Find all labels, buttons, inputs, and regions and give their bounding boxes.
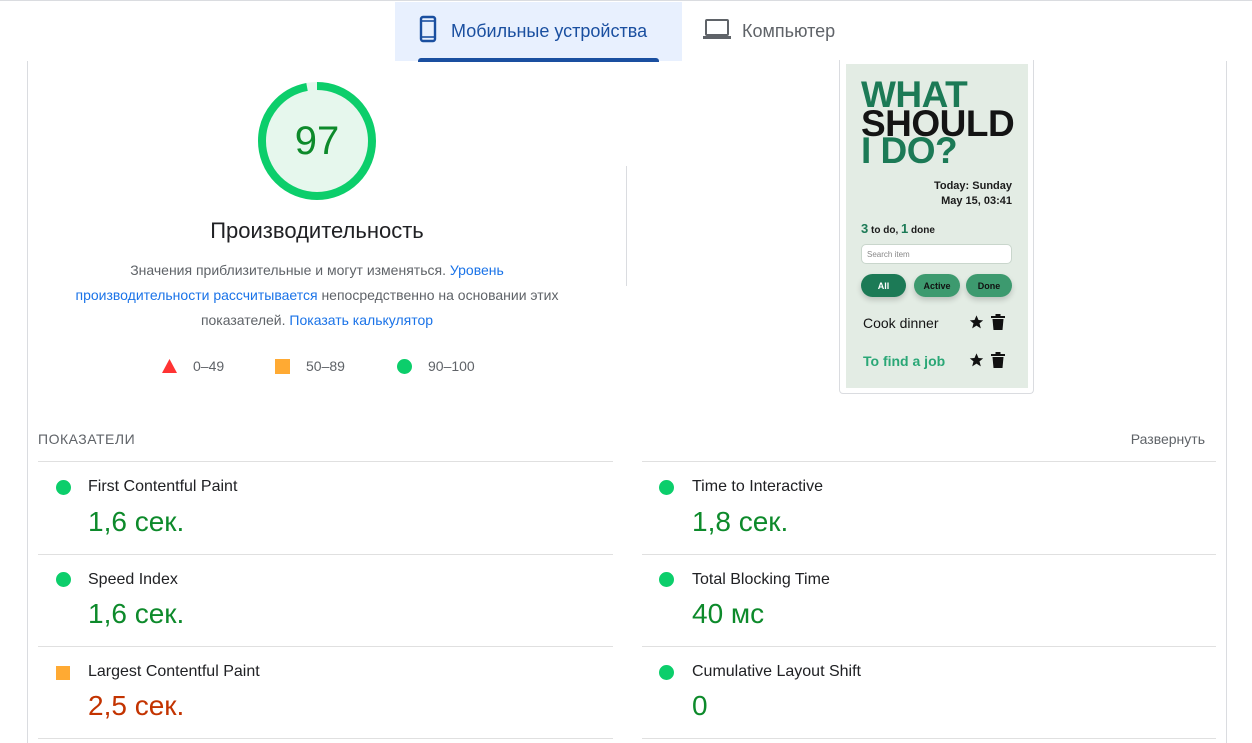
good-circle-icon (56, 480, 71, 495)
preview-date-line: May 15, 03:41 (941, 195, 1012, 207)
tab-desktop-label: Компьютер (742, 21, 836, 41)
metric-value: 1,8 сек. (692, 506, 789, 537)
legend-average: 50–89 (275, 358, 345, 374)
vertical-divider (626, 166, 627, 286)
good-circle-icon (56, 572, 71, 587)
metric-value: 2,5 сек. (88, 690, 185, 721)
legend-range: 50–89 (306, 358, 345, 374)
preview-search-input: Search item (861, 244, 1012, 264)
show-calculator-link[interactable]: Показать калькулятор (289, 312, 433, 328)
preview-filter-active: Active (914, 274, 960, 297)
preview-heading-line: I DO? (861, 132, 958, 169)
preview-date-line: Today: Sunday (933, 180, 1012, 192)
legend-poor: 0–49 (162, 358, 224, 374)
metric-value: 1,6 сек. (88, 506, 185, 537)
preview-item-actions (968, 352, 1005, 368)
todo-count: 3 (861, 221, 869, 236)
performance-title: Производительность (210, 218, 424, 243)
performance-score: 97 (294, 118, 340, 163)
square-icon (275, 358, 290, 374)
preview-filter-all: All (861, 274, 906, 297)
metric-name: First Contentful Paint (88, 478, 238, 495)
star-icon (969, 353, 984, 367)
tab-mobile-label: Мобильные устройства (451, 21, 648, 41)
good-circle-icon (659, 480, 674, 495)
divider (38, 554, 613, 555)
tab-desktop[interactable]: Компьютер (702, 2, 882, 61)
legend-range: 90–100 (428, 358, 475, 374)
report-card (27, 61, 1227, 743)
good-circle-icon (659, 665, 674, 680)
metric-name: Largest Contentful Paint (88, 663, 260, 680)
top-border (0, 0, 1252, 1)
metric-name: Time to Interactive (692, 478, 824, 495)
preview-date: Today: Sunday May 15, 03:41 (934, 179, 1012, 209)
preview-list-item: Cook dinner (863, 315, 939, 331)
preview-list-item: To find a job (863, 353, 946, 369)
legend-good: 90–100 (397, 358, 475, 374)
expand-button[interactable]: Развернуть (1131, 431, 1205, 447)
circle-icon (397, 358, 412, 374)
divider (642, 738, 1216, 739)
star-icon (969, 315, 984, 329)
divider (38, 646, 613, 647)
page-screenshot: WHAT SHOULD I DO? Today: Sunday May 15, … (846, 64, 1028, 388)
preview-filter-done: Done (966, 274, 1012, 297)
divider (38, 461, 613, 462)
trash-icon (991, 314, 1005, 330)
preview-item-actions (968, 314, 1005, 330)
desc-text: Значения приблизительные и могут изменят… (130, 262, 446, 278)
metric-name: Cumulative Layout Shift (692, 663, 861, 680)
metric-name: Speed Index (88, 571, 178, 588)
trash-icon (991, 352, 1005, 368)
average-square-icon (56, 666, 70, 680)
divider (38, 738, 613, 739)
todo-label: to do, (871, 225, 899, 236)
divider (642, 646, 1216, 647)
preview-counter: 3 to do, 1 done (861, 221, 935, 236)
done-count: 1 (901, 221, 909, 236)
divider (642, 554, 1216, 555)
metrics-section-label: ПОКАЗАТЕЛИ (38, 431, 136, 447)
metric-name: Total Blocking Time (692, 571, 830, 588)
done-label: done (911, 225, 935, 236)
metric-value: 0 (692, 690, 708, 721)
divider (642, 461, 1216, 462)
tab-mobile[interactable]: Мобильные устройства (395, 2, 682, 62)
triangle-icon (162, 359, 177, 373)
legend-range: 0–49 (193, 358, 225, 374)
good-circle-icon (659, 572, 674, 587)
smartphone-icon (419, 15, 437, 48)
preview-heading-text: I DO? (861, 130, 958, 171)
performance-description: Значения приблизительные и могут изменят… (66, 258, 568, 333)
metric-value: 1,6 сек. (88, 598, 185, 629)
laptop-icon (702, 18, 732, 45)
metric-value: 40 мс (692, 598, 765, 629)
